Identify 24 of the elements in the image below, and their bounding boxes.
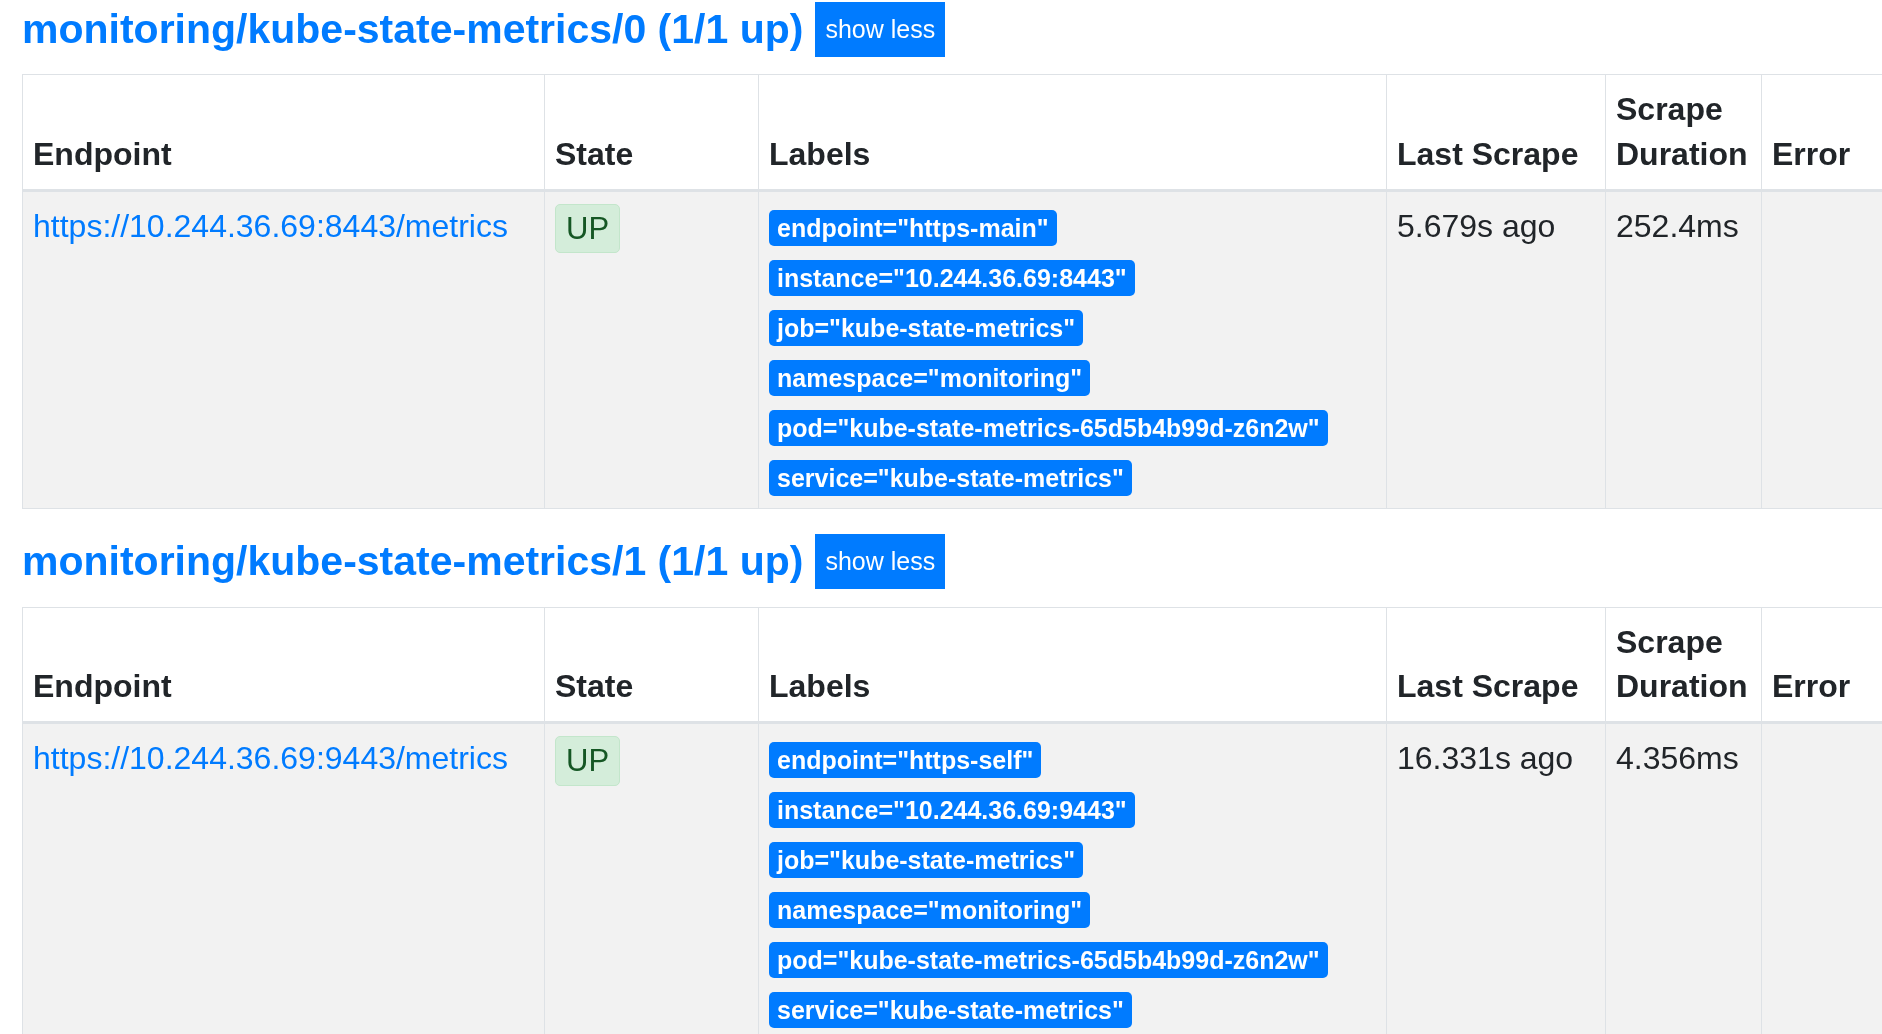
endpoint-link[interactable]: https://10.244.36.69:8443/metrics bbox=[33, 207, 508, 244]
scrape-duration-cell: 252.4ms bbox=[1605, 190, 1762, 509]
label-badge: endpoint="https-main" bbox=[769, 209, 1057, 246]
endpoint-link[interactable]: https://10.244.36.69:9443/metrics bbox=[33, 740, 508, 777]
last-scrape-cell: 5.679s ago bbox=[1386, 190, 1606, 509]
label-badge: pod="kube-state-metrics-65d5b4b99d-z6n2w" bbox=[769, 942, 1328, 979]
state-badge: UP bbox=[555, 736, 621, 786]
label-badge: service="kube-state-metrics" bbox=[769, 459, 1132, 496]
state-badge: UP bbox=[555, 203, 621, 253]
label-badge: service="kube-state-metrics" bbox=[769, 992, 1132, 1029]
label-badge: instance="10.244.36.69:9443" bbox=[769, 792, 1135, 829]
label-badge: instance="10.244.36.69:8443" bbox=[769, 259, 1135, 296]
scrape-duration-cell: 4.356ms bbox=[1605, 722, 1762, 1034]
show-less-button[interactable]: show less bbox=[815, 534, 946, 590]
label-badge: job="kube-state-metrics" bbox=[769, 309, 1084, 346]
job-title[interactable]: monitoring/kube-state-metrics/1 (1/1 up) bbox=[22, 538, 804, 586]
last-scrape-cell: 16.331s ago bbox=[1386, 722, 1606, 1034]
show-less-button[interactable]: show less bbox=[815, 1, 946, 57]
job-title[interactable]: monitoring/kube-state-metrics/0 (1/1 up) bbox=[22, 5, 804, 53]
label-badge: namespace="monitoring" bbox=[769, 359, 1091, 396]
label-badge: pod="kube-state-metrics-65d5b4b99d-z6n2w" bbox=[769, 409, 1328, 446]
label-badge: namespace="monitoring" bbox=[769, 892, 1091, 929]
label-badge: endpoint="https-self" bbox=[769, 742, 1042, 779]
label-badge: job="kube-state-metrics" bbox=[769, 842, 1084, 879]
